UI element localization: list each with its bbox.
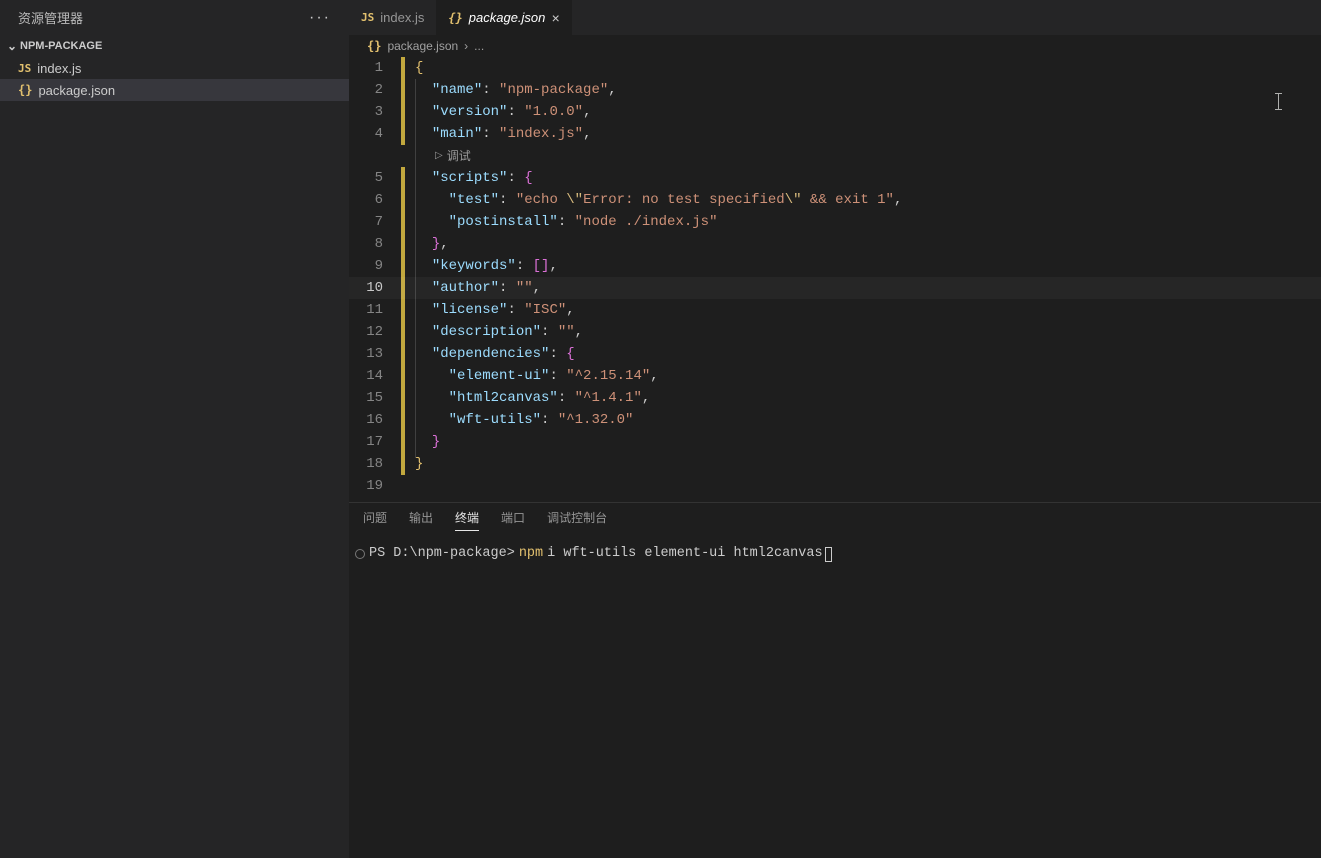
line-number: 8 (349, 233, 383, 255)
panel-tabs: 问题 输出 终端 端口 调试控制台 (349, 503, 1321, 536)
code-line[interactable]: "main": "index.js", (405, 123, 1321, 145)
line-number: 3 (349, 101, 383, 123)
breadcrumb-rest: ... (474, 39, 484, 53)
breadcrumb-file: package.json (387, 39, 458, 53)
code-line[interactable]: } (405, 431, 1321, 453)
panel-tab[interactable]: 输出 (409, 509, 433, 530)
explorer-more-icon[interactable]: ··· (309, 9, 331, 27)
explorer-title: 资源管理器 (18, 8, 83, 27)
panel-tab[interactable]: 问题 (363, 509, 387, 530)
code-line[interactable]: "keywords": [], (405, 255, 1321, 277)
line-number: 10 (349, 277, 383, 299)
panel-tab[interactable]: 终端 (455, 509, 479, 531)
editor-tab-label: index.js (380, 10, 424, 25)
terminal-command-args: i wft-utils element-ui html2canvas (547, 544, 822, 564)
file-tree-item-label: package.json (38, 83, 115, 98)
code-line[interactable]: "dependencies": { (405, 343, 1321, 365)
line-number: 6 (349, 189, 383, 211)
terminal-prompt: PS D:\npm-package> (369, 544, 515, 564)
explorer-sidebar: 资源管理器 ··· ⌄ NPM-PACKAGE JS index.js {} pack… (0, 0, 349, 858)
js-icon: JS (361, 11, 374, 24)
explorer-header: 资源管理器 ··· (0, 0, 349, 35)
code-line[interactable]: { (405, 57, 1321, 79)
terminal-command-exe: npm (519, 544, 543, 564)
json-icon: {} (448, 11, 462, 25)
code-line[interactable]: "element-ui": "^2.15.14", (405, 365, 1321, 387)
close-icon[interactable]: × (551, 11, 559, 25)
js-icon: JS (18, 62, 31, 75)
code-line[interactable]: "license": "ISC", (405, 299, 1321, 321)
editor-tab[interactable]: {} package.json × (436, 0, 571, 35)
line-number: 1 (349, 57, 383, 79)
line-number: 5 (349, 167, 383, 189)
line-number: 4 (349, 123, 383, 145)
code-line[interactable]: "scripts": { (405, 167, 1321, 189)
chevron-right-icon: › (464, 39, 468, 53)
breadcrumb[interactable]: {} package.json › ... (349, 35, 1321, 57)
play-icon: ▷ (435, 145, 443, 167)
code-area[interactable]: { "name": "npm-package", "version": "1.0… (405, 57, 1321, 502)
line-gutter: 1234 5678910111213141516171819 (349, 57, 401, 502)
line-number: 13 (349, 343, 383, 365)
line-number: 12 (349, 321, 383, 343)
code-line[interactable]: }, (405, 233, 1321, 255)
code-line[interactable]: "postinstall": "node ./index.js" (405, 211, 1321, 233)
chevron-down-icon: ⌄ (4, 39, 20, 53)
code-line[interactable]: "name": "npm-package", (405, 79, 1321, 101)
code-line[interactable]: "author": "", (405, 277, 1321, 299)
line-number: 11 (349, 299, 383, 321)
json-icon: {} (367, 39, 381, 53)
codelens-label: 调试 (447, 145, 471, 167)
editor-tab[interactable]: JS index.js (349, 0, 436, 35)
line-number: 2 (349, 79, 383, 101)
line-number: 18 (349, 453, 383, 475)
codelens-debug[interactable]: ▷调试 (405, 145, 1321, 167)
panel-tab[interactable]: 端口 (501, 509, 525, 530)
code-line[interactable]: "html2canvas": "^1.4.1", (405, 387, 1321, 409)
file-tree: JS index.js {} package.json (0, 57, 349, 101)
line-number: 17 (349, 431, 383, 453)
explorer-section-label: NPM-PACKAGE (20, 40, 102, 52)
line-number: 9 (349, 255, 383, 277)
code-line[interactable]: "test": "echo \"Error: no test specified… (405, 189, 1321, 211)
terminal-cursor (825, 547, 832, 562)
terminal[interactable]: PS D:\npm-package> npm i wft-utils eleme… (349, 536, 1321, 858)
editor-tab-label: package.json (469, 10, 546, 25)
bottom-panel: 问题 输出 终端 端口 调试控制台 PS D:\npm-package> npm i w… (349, 502, 1321, 858)
editor-tabs: JS index.js {} package.json × (349, 0, 1321, 35)
explorer-section-header[interactable]: ⌄ NPM-PACKAGE (0, 35, 349, 57)
code-editor[interactable]: 1234 5678910111213141516171819 { "name":… (349, 57, 1321, 502)
line-number: 15 (349, 387, 383, 409)
line-number: 16 (349, 409, 383, 431)
terminal-line: PS D:\npm-package> npm i wft-utils eleme… (355, 544, 1315, 564)
code-line[interactable]: } (405, 453, 1321, 475)
code-line[interactable]: "description": "", (405, 321, 1321, 343)
file-tree-item[interactable]: JS index.js (0, 57, 349, 79)
file-tree-item[interactable]: {} package.json (0, 79, 349, 101)
main-area: JS index.js {} package.json × {} package.jso… (349, 0, 1321, 858)
panel-tab[interactable]: 调试控制台 (547, 509, 607, 530)
file-tree-item-label: index.js (37, 61, 81, 76)
json-icon: {} (18, 83, 32, 97)
line-number: 14 (349, 365, 383, 387)
line-number: 19 (349, 475, 383, 497)
code-line[interactable] (405, 475, 1321, 497)
code-line[interactable]: "wft-utils": "^1.32.0" (405, 409, 1321, 431)
line-number: 7 (349, 211, 383, 233)
code-line[interactable]: "version": "1.0.0", (405, 101, 1321, 123)
terminal-status-icon (355, 549, 365, 559)
